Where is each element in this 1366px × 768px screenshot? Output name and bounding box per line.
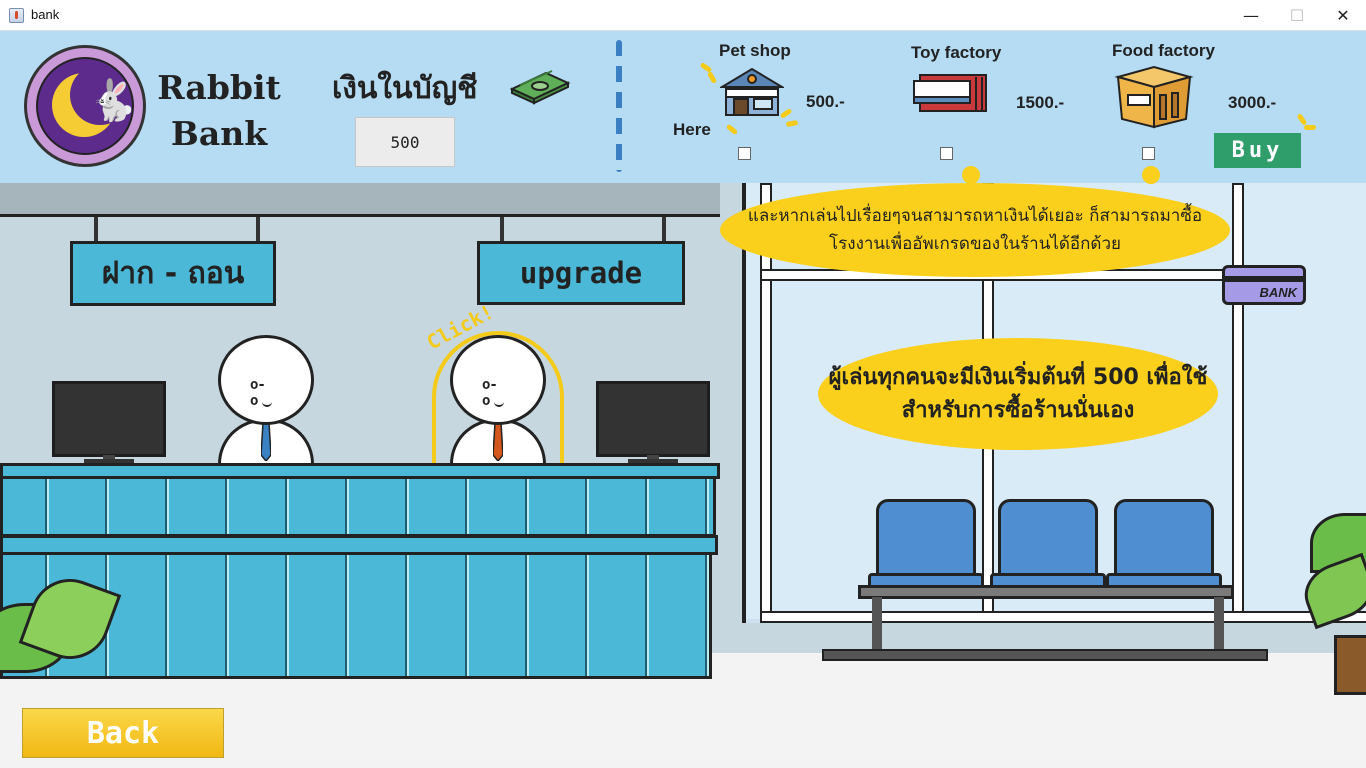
here-label: Here <box>673 120 711 139</box>
toy-factory-icon <box>913 74 987 112</box>
starting-money-tip-bubble: ผู้เล่นทุกคนจะมีเงินเริ่มต้นที่ 500 เพื่… <box>818 338 1218 450</box>
window-frame <box>1232 183 1244 623</box>
pet-shop-checkbox[interactable] <box>738 147 751 160</box>
sparkle-mark <box>706 71 718 84</box>
pet-shop-icon <box>720 67 784 116</box>
pet-shop-price: 500.- <box>806 92 845 111</box>
rabbit-icon: 🐇 <box>88 78 134 124</box>
money-stack-icon <box>509 70 571 105</box>
bank-scene: ฝาก - ถอน upgrade o-o Click! o-o BANK <box>0 183 1366 768</box>
bank-name: Rabbit Bank <box>157 68 281 153</box>
counter-ledge <box>0 535 718 555</box>
sparkle-mark <box>725 123 739 136</box>
upgrade-tip-bubble: และหากเล่นไปเรื่อยๆจนสามารถหาเงินได้เยอะ… <box>720 183 1230 277</box>
header-panel: 🐇 Rabbit Bank เงินในบัญชี 500 Pet shop 5… <box>0 31 1366 183</box>
counter-panel <box>0 479 716 537</box>
food-factory-icon <box>1114 65 1194 129</box>
upgrade-sign[interactable]: upgrade <box>477 241 685 305</box>
food-factory-price: 3000.- <box>1228 93 1277 112</box>
toy-factory-checkbox[interactable] <box>940 147 953 160</box>
minimize-button[interactable]: — <box>1228 0 1274 31</box>
sparkle-mark <box>785 119 799 128</box>
deposit-withdraw-sign[interactable]: ฝาก - ถอน <box>70 241 276 306</box>
window-frame <box>760 611 1366 623</box>
sparkle-mark <box>1304 125 1316 130</box>
maximize-button[interactable]: ☐ <box>1274 0 1320 31</box>
buy-button[interactable]: Buy <box>1214 133 1301 168</box>
balance-label: เงินในบัญชี <box>332 71 478 106</box>
title-bar: bank — ☐ ✕ <box>0 0 1366 31</box>
counter-top <box>0 463 720 479</box>
window-title: bank <box>31 7 60 22</box>
computer-monitor <box>596 381 710 457</box>
bank-game-window: bank — ☐ ✕ 🐇 Rabbit Bank เงินในบัญชี 500 <box>0 0 1366 768</box>
food-factory-checkbox[interactable] <box>1142 147 1155 160</box>
bubble-pointer <box>1142 166 1160 184</box>
sparkle-mark <box>1296 113 1308 126</box>
bench-bar <box>858 585 1234 599</box>
toy-factory-name: Toy factory <box>911 43 1002 62</box>
toy-factory-price: 1500.- <box>1016 93 1065 112</box>
pet-shop-name: Pet shop <box>719 41 791 60</box>
plant-pot <box>1334 635 1366 695</box>
bench-base <box>822 649 1268 661</box>
dashed-divider <box>616 40 622 172</box>
computer-monitor <box>52 381 166 457</box>
back-button[interactable]: Back <box>22 708 224 758</box>
ceiling-beam <box>0 183 720 217</box>
bubble-pointer <box>962 166 980 184</box>
rabbit-bank-logo: 🐇 <box>24 45 146 167</box>
food-factory-name: Food factory <box>1112 41 1215 60</box>
bank-card-sign: BANK <box>1222 265 1306 305</box>
balance-field[interactable]: 500 <box>355 117 455 167</box>
java-app-icon <box>9 8 24 23</box>
close-button[interactable]: ✕ <box>1320 0 1366 31</box>
